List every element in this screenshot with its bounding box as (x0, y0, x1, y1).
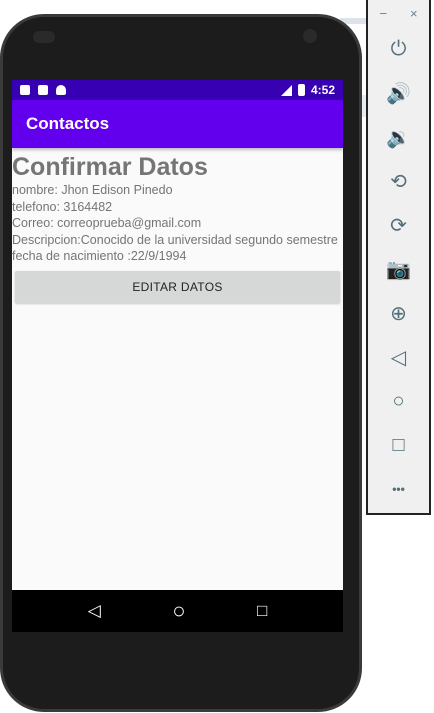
minimize-button[interactable]: − (379, 6, 387, 21)
screenshot-icon[interactable]: 📷 (368, 247, 429, 291)
home-icon[interactable]: ○ (368, 379, 429, 423)
volume-down-icon[interactable]: 🔉 (368, 115, 429, 159)
app-bar: Contactos (12, 100, 343, 148)
overview-icon[interactable]: □ (368, 423, 429, 467)
back-icon[interactable]: ◁ (88, 601, 101, 621)
volume-up-icon[interactable]: 🔊 (368, 71, 429, 115)
battery-charging-icon (297, 84, 305, 96)
status-time: 4:52 (310, 83, 335, 97)
page-title: Confirmar Datos (12, 153, 208, 181)
navigation-bar: ◁ ○ □ (12, 590, 343, 632)
description-text: Descripcion:Conocido de la universidad s… (12, 232, 338, 247)
close-button[interactable]: × (410, 6, 418, 21)
content: Confirmar Datos nombre: Jhon Edison Pine… (12, 148, 343, 303)
phone-text: telefono: 3164482 (12, 199, 113, 214)
app-title: Contactos (26, 114, 110, 133)
email-text: Correo: correoprueba@gmail.com (12, 216, 202, 230)
zoom-icon[interactable]: ⊕ (368, 291, 429, 335)
status-bar: 4:52 (12, 80, 343, 100)
more-icon[interactable]: ••• (368, 467, 429, 511)
sd-card-icon (38, 85, 48, 95)
device-screen: 4:52 Contactos Confirmar Datos nombre: J… (12, 80, 343, 632)
lte-signal-icon (280, 84, 292, 96)
rotate-right-icon[interactable]: ⟳ (368, 203, 429, 247)
camera (303, 29, 317, 43)
birthdate-text: fecha de nacimiento :22/9/1994 (12, 249, 187, 263)
edit-data-button[interactable]: EDITAR DATOS (15, 270, 340, 303)
android-icon (56, 85, 66, 95)
rotate-left-icon[interactable]: ⟲ (368, 159, 429, 203)
power-icon[interactable]: ⏻ (368, 27, 429, 71)
recents-icon[interactable]: □ (257, 601, 267, 621)
gmail-icon (20, 85, 30, 95)
back-icon[interactable]: ◁ (368, 335, 429, 379)
speaker (33, 31, 55, 43)
emulator-panel: − × ⏻ 🔊 🔉 ⟲ ⟳ 📷 ⊕ ◁ ○ □ ••• (366, 0, 431, 515)
home-icon[interactable]: ○ (172, 598, 185, 624)
name-text: nombre: Jhon Edison Pinedo (12, 183, 173, 197)
